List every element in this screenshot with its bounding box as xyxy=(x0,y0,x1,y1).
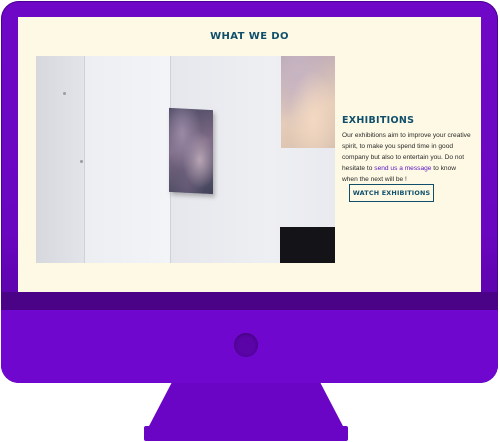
exhibitions-text: EXHIBITIONS Our exhibitions aim to impro… xyxy=(342,115,472,185)
photo-painting-corner xyxy=(281,56,335,148)
photo-wall-seam xyxy=(84,56,85,263)
photo-dark-frame xyxy=(280,227,335,263)
photo-wall-pin xyxy=(63,92,66,95)
screen-bottom-bezel xyxy=(1,292,498,310)
power-button-icon xyxy=(234,333,258,357)
monitor-stand xyxy=(148,383,344,428)
photo-painting xyxy=(169,107,213,195)
photo-wall-pin xyxy=(80,160,83,163)
exhibition-photo xyxy=(36,56,335,263)
watch-exhibitions-button[interactable]: WATCH EXHIBITIONS xyxy=(349,184,434,202)
website-screen: WHAT WE DO EXHIBITIONS Our exhibitions a… xyxy=(18,17,481,292)
monitor-stand-base xyxy=(144,426,348,441)
exhibitions-title: EXHIBITIONS xyxy=(342,115,415,126)
photo-wall-center xyxy=(84,56,170,263)
monitor-mockup: WHAT WE DO EXHIBITIONS Our exhibitions a… xyxy=(0,0,500,442)
photo-wall-left xyxy=(36,56,84,263)
exhibitions-description: Our exhibitions aim to improve your crea… xyxy=(342,130,472,185)
send-message-link[interactable]: send us a message xyxy=(374,165,431,172)
section-title: WHAT WE DO xyxy=(210,31,289,42)
